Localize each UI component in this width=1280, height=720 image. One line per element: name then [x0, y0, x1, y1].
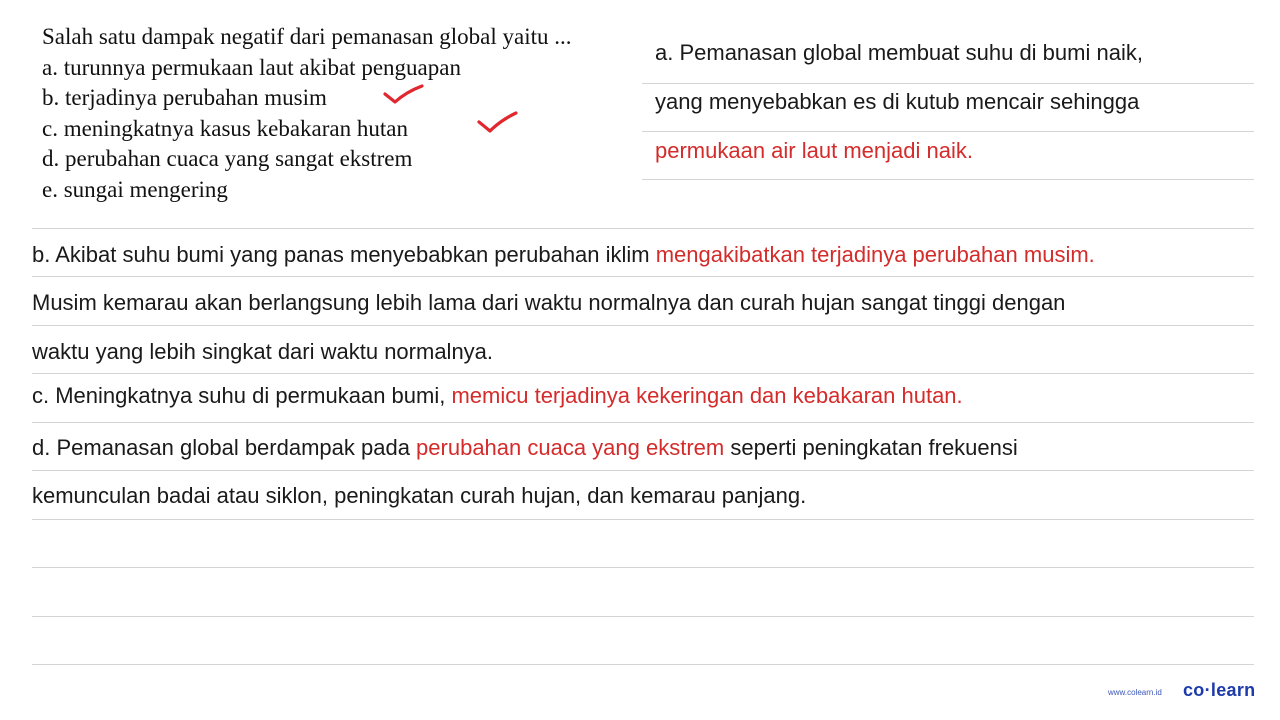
footer-url: www.colearn.id: [1108, 688, 1162, 697]
ruled-line: [32, 422, 1254, 423]
ruled-line: [642, 179, 1254, 180]
ruled-line: [32, 664, 1254, 665]
explanation-b-line1: b. Akibat suhu bumi yang panas menyebabk…: [32, 240, 1095, 270]
explanation-d-highlight: perubahan cuaca yang ekstrem: [416, 435, 725, 460]
checkmark-icon: [383, 84, 424, 104]
option-b: b. terjadinya perubahan musim: [42, 85, 327, 110]
ruled-line: [32, 567, 1254, 568]
ruled-line: [32, 616, 1254, 617]
question-stem: Salah satu dampak negatif dari pemanasan…: [42, 24, 572, 49]
option-c: c. meningkatnya kasus kebakaran hutan: [42, 115, 408, 141]
explanation-b-highlight: mengakibatkan terjadinya perubahan musim…: [655, 242, 1095, 267]
ruled-line: [32, 470, 1254, 471]
explanation-c-text: c. Meningkatnya suhu di permukaan bumi,: [32, 383, 452, 408]
explanation-d-text-end: seperti peningkatan frekuensi: [724, 435, 1018, 460]
ruled-line: [642, 131, 1254, 132]
question-block: Salah satu dampak negatif dari pemanasan…: [42, 22, 642, 205]
explanation-b-text: b. Akibat suhu bumi yang panas menyebabk…: [32, 242, 656, 267]
explanation-d-text: d. Pemanasan global berdampak pada: [32, 435, 417, 460]
explanation-a-line1: a. Pemanasan global membuat suhu di bumi…: [655, 40, 1143, 65]
option-d: d. perubahan cuaca yang sangat ekstrem: [42, 146, 413, 171]
explanation-b-line2: Musim kemarau akan berlangsung lebih lam…: [32, 290, 1066, 315]
ruled-line: [642, 83, 1254, 84]
brand-logo: co·learn: [1183, 680, 1256, 700]
explanation-c-highlight: memicu terjadinya kekeringan dan kebakar…: [451, 383, 963, 408]
explanation-a-line2: yang menyebabkan es di kutub mencair seh…: [655, 89, 1140, 114]
ruled-line: [32, 519, 1254, 520]
ruled-line: [32, 373, 1254, 374]
explanation-d-line2: kemunculan badai atau siklon, peningkata…: [32, 483, 807, 508]
ruled-line: [32, 325, 1254, 326]
explanation-a-line3: permukaan air laut menjadi naik.: [655, 138, 973, 163]
option-e: e. sungai mengering: [42, 176, 228, 202]
ruled-line: [32, 276, 1254, 277]
checkmark-icon: [477, 111, 518, 133]
option-a: a. turunnya permukaan laut akibat pengua…: [42, 54, 461, 80]
explanation-c-line: c. Meningkatnya suhu di permukaan bumi, …: [32, 381, 963, 411]
ruled-line: [32, 228, 1254, 229]
explanation-d-line1: d. Pemanasan global berdampak pada perub…: [32, 433, 1018, 463]
explanation-b-line3: waktu yang lebih singkat dari waktu norm…: [32, 339, 494, 364]
